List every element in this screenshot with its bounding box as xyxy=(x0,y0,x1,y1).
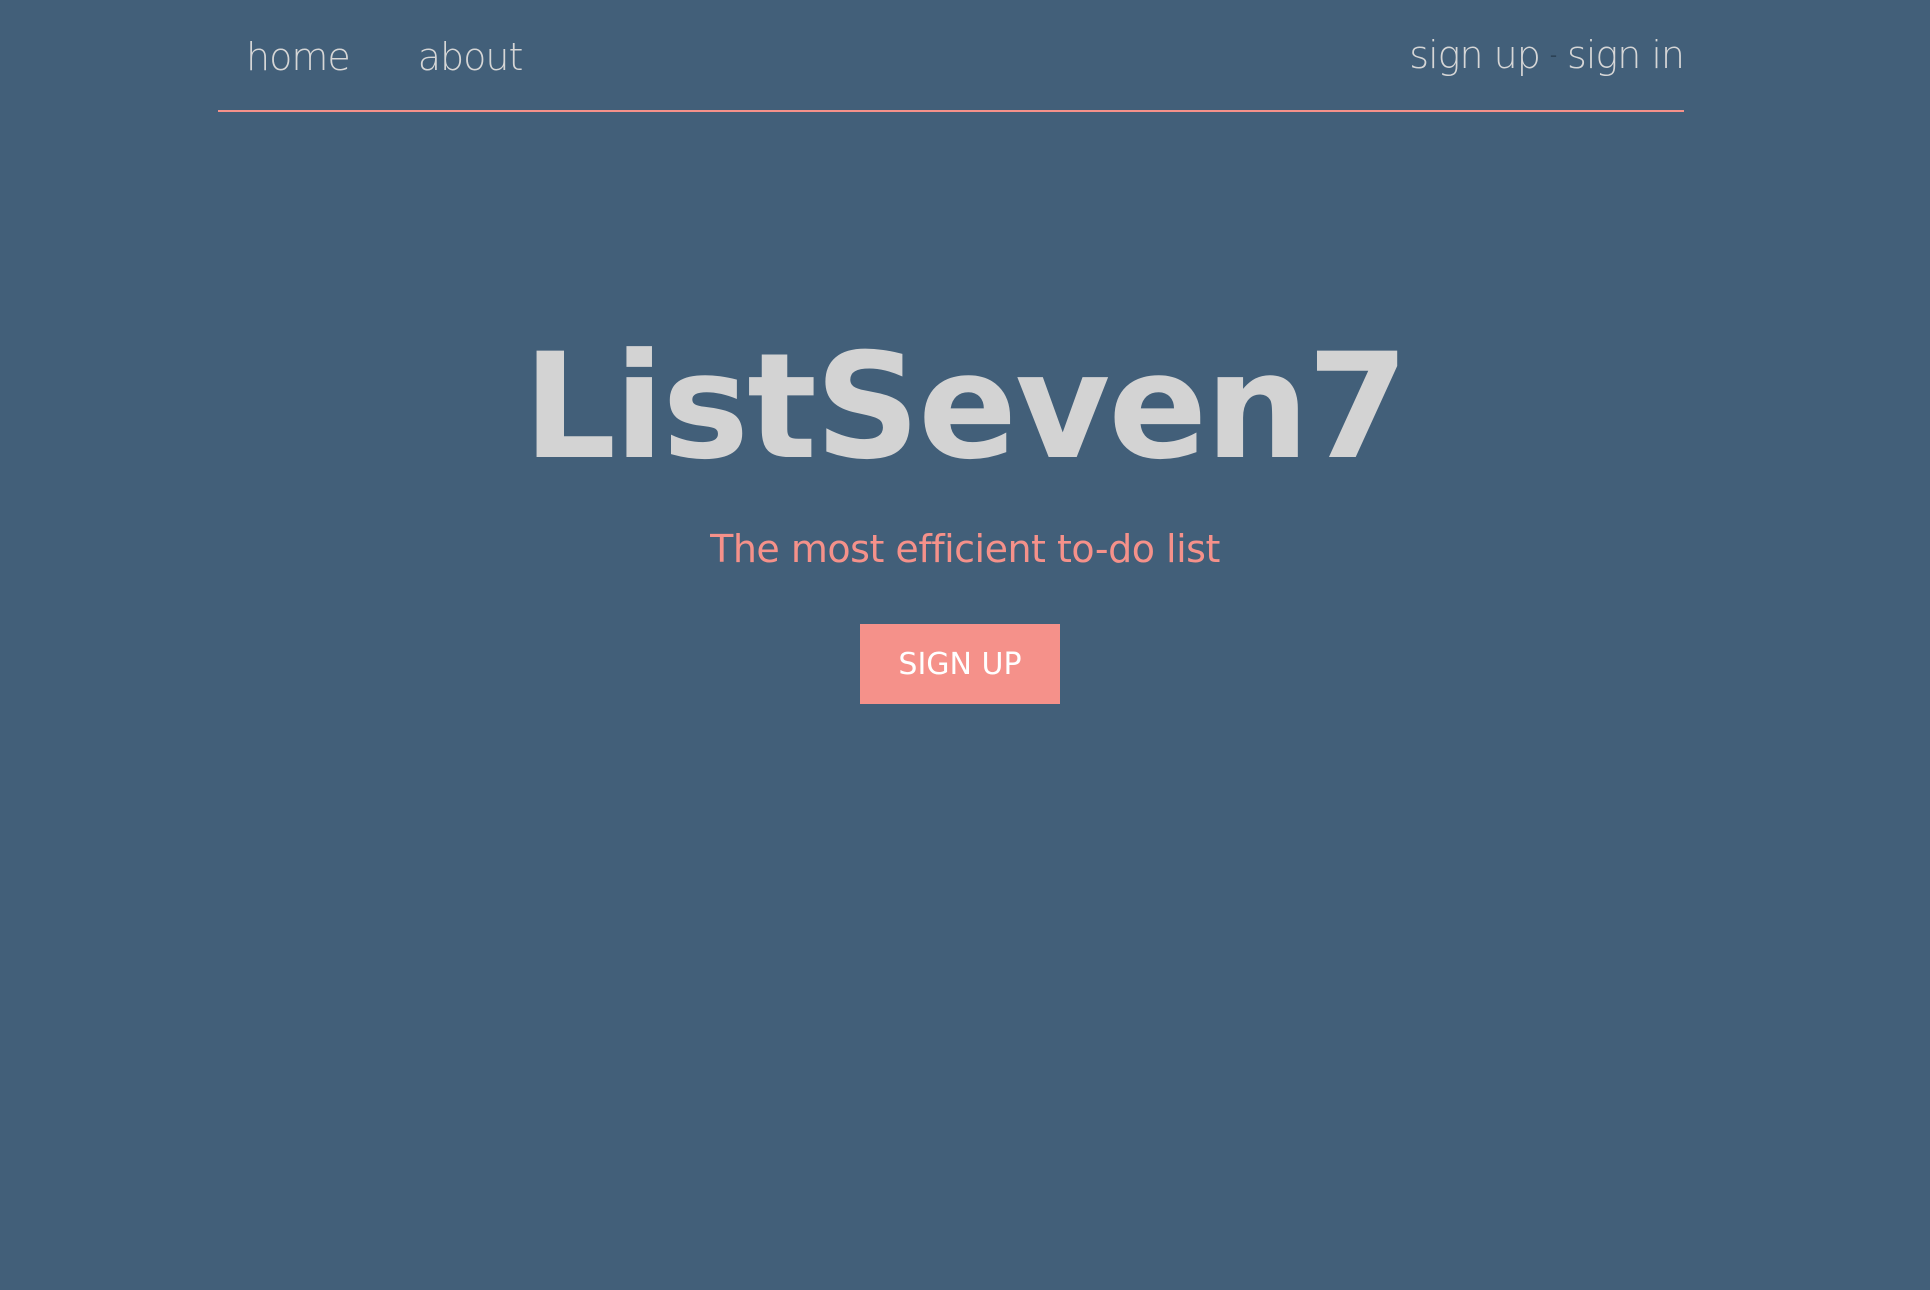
nav-link-sign-up[interactable]: sign up xyxy=(1409,30,1541,80)
top-nav: home about sign up - sign in xyxy=(218,0,1685,112)
nav-left-links: home about xyxy=(246,32,524,82)
tagline: The most efficient to-do list xyxy=(710,527,1220,571)
nav-link-home[interactable]: home xyxy=(246,32,351,82)
nav-link-about[interactable]: about xyxy=(418,32,524,82)
sign-up-button[interactable]: SIGN UP xyxy=(860,624,1060,704)
brand-title: ListSeven7 xyxy=(523,322,1409,492)
nav-separator: - xyxy=(1549,43,1558,67)
nav-auth-links: sign up - sign in xyxy=(1409,30,1685,80)
nav-link-sign-in[interactable]: sign in xyxy=(1567,30,1685,80)
